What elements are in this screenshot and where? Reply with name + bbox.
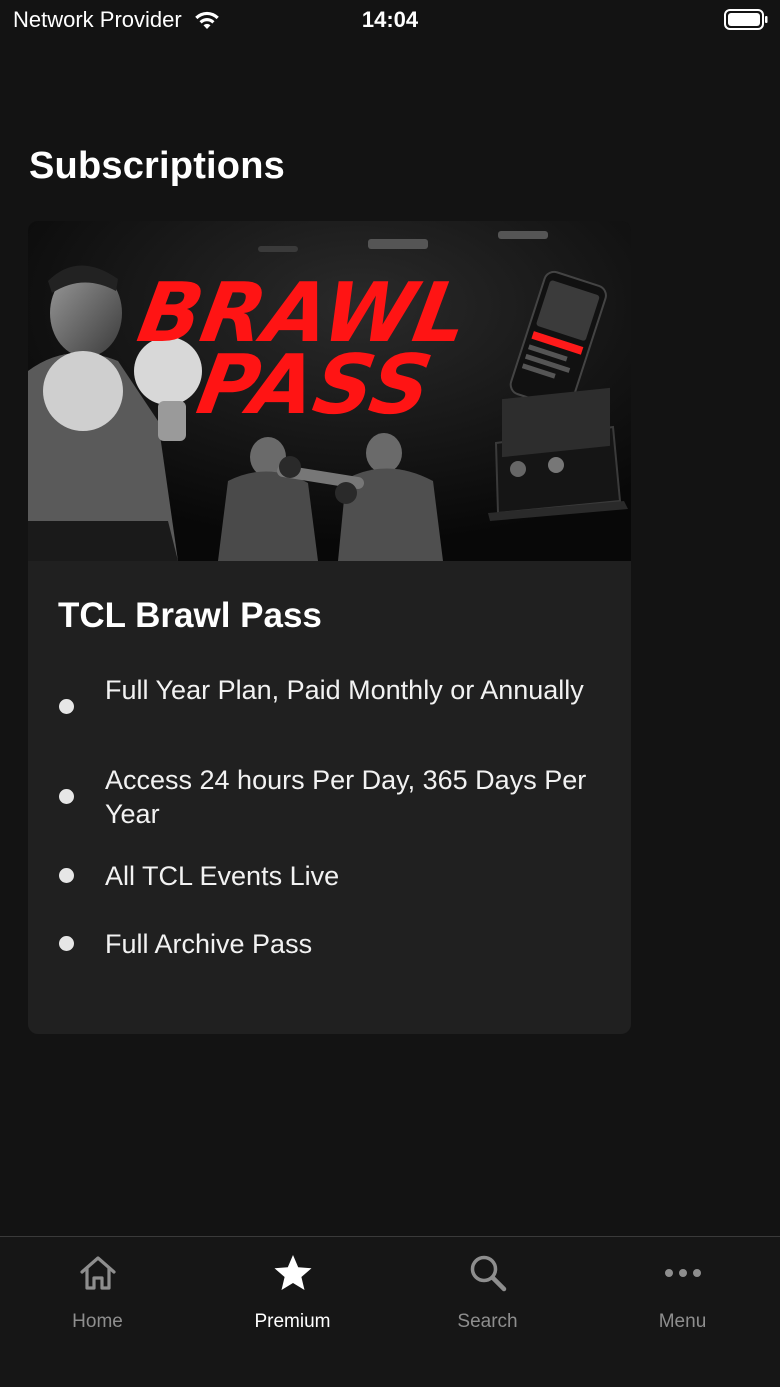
status-bar: Network Provider 14:04 <box>0 0 780 44</box>
bullet-icon <box>59 789 74 804</box>
tab-label: Premium <box>254 1311 331 1332</box>
tab-premium[interactable]: Premium <box>195 1237 390 1357</box>
more-icon <box>661 1251 705 1295</box>
tab-search[interactable]: Search <box>390 1237 585 1357</box>
battery-icon <box>724 9 768 30</box>
bullet-icon <box>59 868 74 883</box>
status-time: 14:04 <box>361 7 419 32</box>
feature-text: All TCL Events Live <box>105 861 340 891</box>
feature-item: Access 24 hours Per Day, 365 Days Per Ye… <box>28 763 631 831</box>
tab-label: Search <box>457 1311 518 1332</box>
feature-text: Access 24 hours Per Day, 365 Days Per Ye… <box>105 765 587 829</box>
laptop-mockup-image <box>488 387 628 521</box>
star-icon <box>271 1251 315 1295</box>
svg-text:PASS: PASS <box>191 338 439 433</box>
brawl-pass-banner: BRAWL PASS <box>28 221 631 561</box>
feature-text: Full Archive Pass <box>105 929 313 959</box>
search-icon <box>466 1251 510 1295</box>
tab-bar: Home Premium Search Menu <box>0 1236 780 1387</box>
feature-item: Full Archive Pass <box>28 927 631 961</box>
tab-menu[interactable]: Menu <box>585 1237 780 1357</box>
tab-label: Home <box>72 1311 123 1332</box>
tab-home[interactable]: Home <box>0 1237 195 1357</box>
feature-item: Full Year Plan, Paid Monthly or Annually <box>28 673 631 741</box>
home-icon <box>76 1251 120 1295</box>
page-title: Subscriptions <box>29 145 285 187</box>
tab-label: Menu <box>658 1311 707 1332</box>
bullet-icon <box>59 699 74 714</box>
feature-item: All TCL Events Live <box>28 859 631 893</box>
subscription-card[interactable]: BRAWL PASS TCL Brawl Pass Full Year Plan… <box>28 221 631 1034</box>
bullet-icon <box>59 936 74 951</box>
feature-list: Full Year Plan, Paid Monthly or Annually… <box>28 673 631 961</box>
plan-title: TCL Brawl Pass <box>58 596 322 635</box>
subscriptions-screen: Network Provider 14:04 Subscriptions BRA… <box>0 0 780 1387</box>
feature-text: Full Year Plan, Paid Monthly or Annually <box>105 675 584 705</box>
